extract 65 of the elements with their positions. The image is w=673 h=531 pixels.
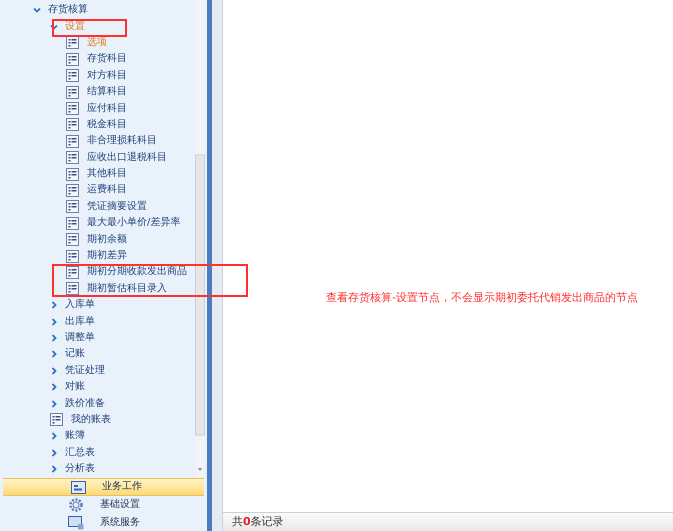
gear-icon [68, 497, 84, 513]
document-icon [66, 168, 79, 181]
caret-right-icon[interactable] [50, 366, 58, 375]
caret-right-icon[interactable] [50, 432, 58, 440]
caret-right-icon[interactable] [50, 318, 58, 326]
tree-item[interactable]: 我的账表 [71, 414, 111, 425]
document-icon [50, 413, 63, 426]
document-icon [66, 69, 79, 82]
tree-item[interactable]: 期初差异 [87, 251, 127, 262]
document-icon [66, 266, 79, 279]
nav-button[interactable]: 业务工作 [3, 478, 204, 496]
nav-button[interactable]: 系统服务 [0, 514, 207, 531]
caret-right-icon[interactable] [50, 350, 58, 358]
tree-item[interactable]: 期初余额 [87, 234, 127, 245]
tree-item[interactable]: 最大最小单价/差异率 [87, 218, 180, 228]
document-icon [66, 250, 79, 263]
tree-item[interactable]: 运费科目 [87, 185, 127, 196]
tree-item[interactable]: 汇总表 [65, 448, 95, 458]
record-count-text: 共0条记录 [232, 514, 284, 530]
caret-right-icon[interactable] [50, 334, 58, 342]
tree-item[interactable]: 非合理损耗科目 [87, 136, 157, 146]
document-icon [66, 216, 79, 230]
tree-item[interactable]: 跌价准备 [65, 398, 105, 409]
document-icon [66, 102, 79, 116]
caret-down-icon[interactable] [33, 6, 41, 14]
tree-item[interactable]: 出库单 [65, 316, 95, 327]
tree-item[interactable]: 对方科目 [87, 70, 127, 81]
document-icon [66, 233, 79, 246]
document-icon [66, 52, 79, 66]
tree-item[interactable]: 记账 [65, 349, 85, 360]
annotation-note: 查看存货核算-设置节点，不会显示期初委托代销发出商品的节点 [326, 290, 639, 306]
tree-item[interactable]: 税金科目 [87, 120, 127, 130]
caret-right-icon[interactable] [50, 400, 58, 408]
tree-item[interactable]: 期初暂估科目录入 [87, 284, 167, 294]
tree-item[interactable]: 其他科目 [87, 169, 127, 180]
nav-button[interactable]: 基础设置 [0, 496, 207, 514]
tree-item[interactable]: 应付科目 [87, 104, 127, 114]
tree-item[interactable]: 存货核算 [48, 5, 88, 16]
tree-item[interactable]: 期初分期收款发出商品 [87, 267, 187, 278]
tree-item[interactable]: 入库单 [65, 300, 95, 310]
document-icon [66, 118, 79, 132]
caret-right-icon[interactable] [50, 448, 58, 457]
caret-down-icon[interactable] [50, 22, 58, 31]
tree-item[interactable]: 存货科目 [87, 54, 127, 64]
caret-right-icon[interactable] [50, 301, 58, 310]
caret-right-icon[interactable] [50, 383, 58, 392]
tree-item[interactable]: 凭证摘要设置 [87, 202, 147, 212]
document-icon [66, 184, 79, 197]
document-icon [66, 86, 79, 99]
caret-right-icon[interactable] [50, 465, 58, 474]
window-icon [71, 480, 86, 494]
scrollbar[interactable] [195, 0, 205, 477]
tree-item[interactable]: 调整单 [65, 333, 95, 343]
tree-item[interactable]: 应收出口退税科目 [87, 152, 167, 163]
tree-item[interactable]: 结算科目 [87, 87, 127, 98]
tree-item[interactable]: 凭证处理 [65, 366, 105, 376]
document-icon [66, 36, 79, 50]
tree-item[interactable]: 分析表 [65, 464, 95, 474]
document-icon [66, 282, 79, 296]
document-icon [66, 151, 79, 164]
monitor-icon [68, 516, 84, 530]
tree-item[interactable]: 账簿 [65, 431, 85, 442]
document-icon [66, 200, 79, 214]
tree-item[interactable]: 对账 [65, 382, 85, 392]
document-icon [66, 134, 79, 148]
